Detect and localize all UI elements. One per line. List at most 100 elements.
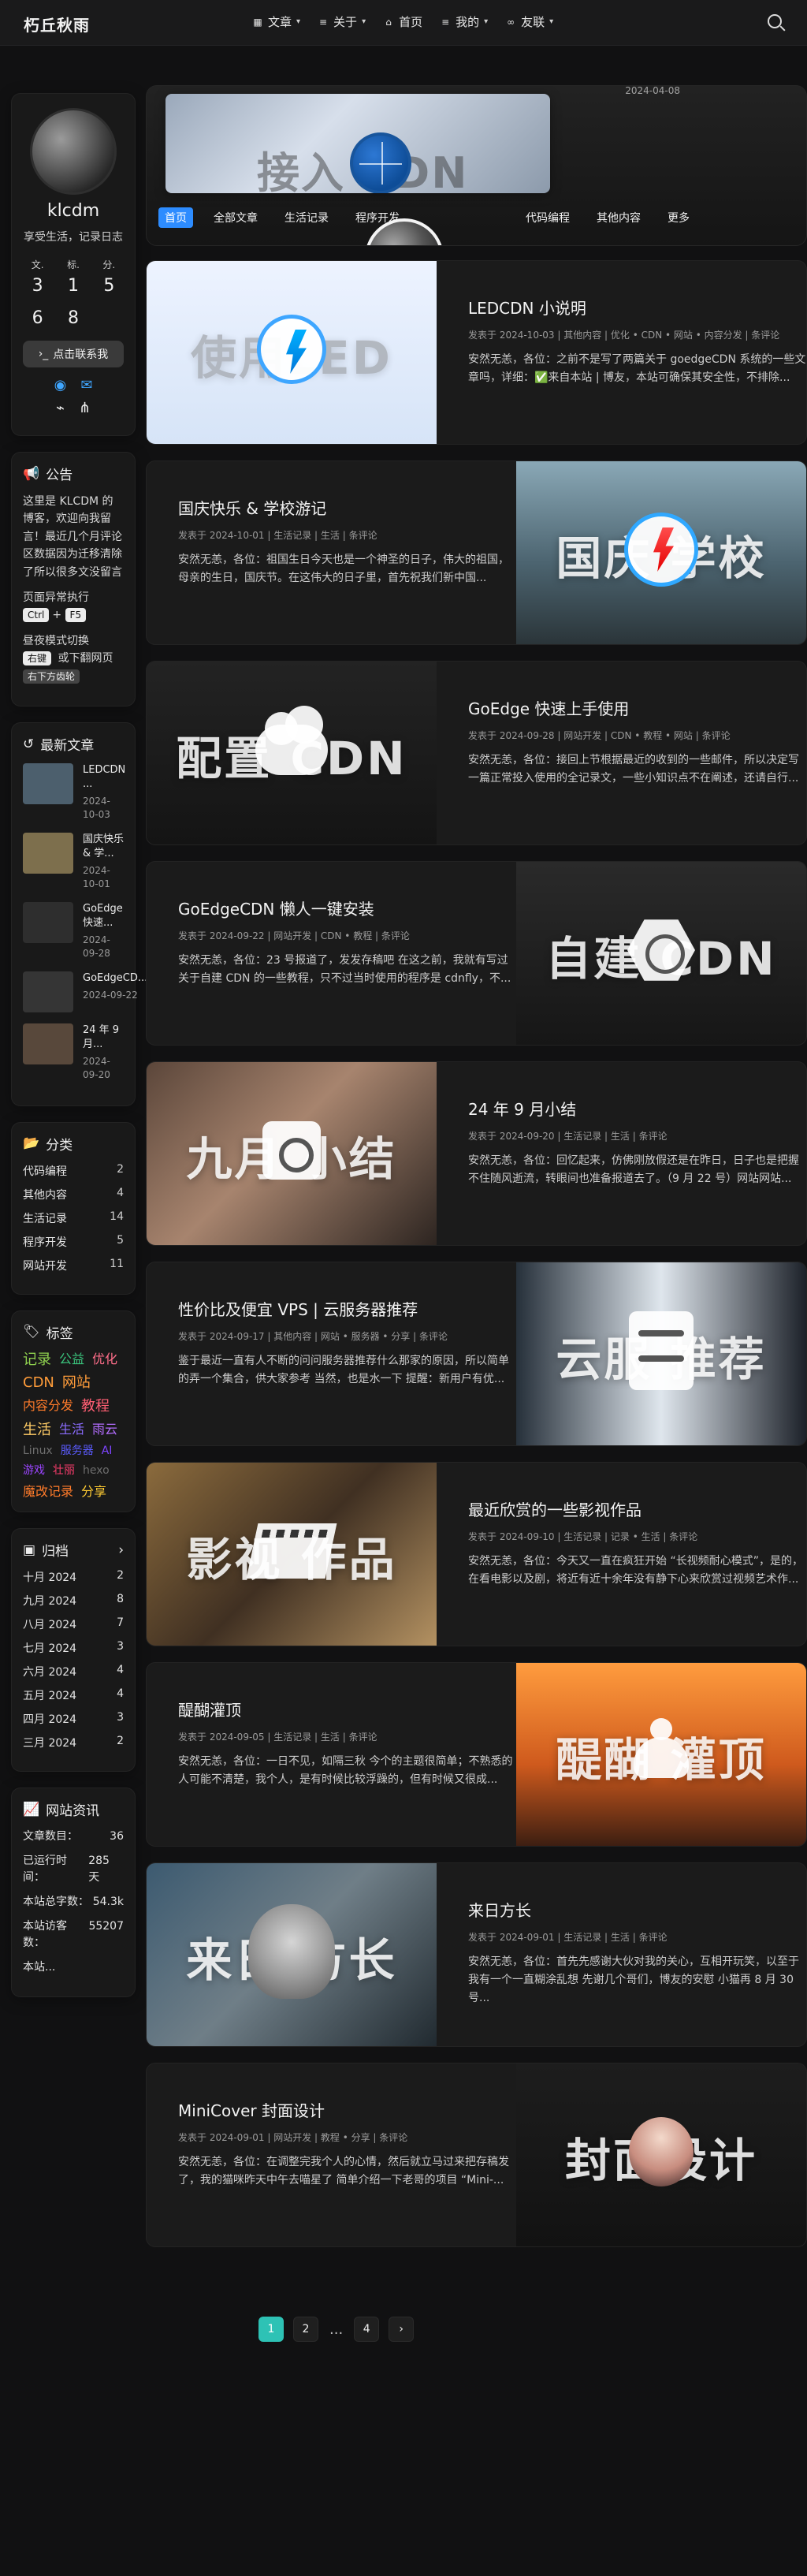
- post-card[interactable]: 来日 方长 来日方长 发表于 2024-09-01 | 生活记录 | 生活 | …: [146, 1862, 807, 2047]
- site-brand[interactable]: 朽丘秋雨: [24, 13, 90, 35]
- tab-life[interactable]: 生活记录: [278, 207, 335, 228]
- post-title[interactable]: LEDCDN 小说明: [468, 296, 806, 319]
- post-title[interactable]: GoEdgeCDN 懒人一键安装: [178, 897, 517, 919]
- post-title[interactable]: 国庆快乐 & 学校游记: [178, 496, 517, 519]
- tab-more[interactable]: 更多: [661, 207, 696, 228]
- post-card[interactable]: 配置 CDN GoEdge 快速上手使用 发表于 2024-09-28 | 网站…: [146, 661, 807, 845]
- tag-item[interactable]: 优化: [92, 1351, 117, 1369]
- post-title[interactable]: 醍醐灌顶: [178, 1698, 517, 1720]
- tag-item[interactable]: 雨云: [92, 1422, 117, 1439]
- post-card[interactable]: 国庆快乐 & 学校游记 发表于 2024-10-01 | 生活记录 | 生活 |…: [146, 460, 807, 645]
- mail-icon[interactable]: ✉: [80, 377, 92, 393]
- post-card[interactable]: 醍醐灌顶 发表于 2024-09-05 | 生活记录 | 生活 | 条评论 安然…: [146, 1662, 807, 1847]
- tag-item[interactable]: Linux: [23, 1445, 53, 1458]
- category-row[interactable]: 程序开发 5: [23, 1234, 124, 1250]
- archive-row[interactable]: 五月 2024 4: [23, 1687, 124, 1703]
- stat-articles[interactable]: 文. 3: [23, 258, 52, 296]
- post-card[interactable]: MiniCover 封面设计 发表于 2024-09-01 | 网站开发 | 教…: [146, 2063, 807, 2247]
- github-icon[interactable]: ◉: [54, 377, 67, 393]
- nav-item-mine[interactable]: ≡ 我的 ▾: [440, 13, 488, 30]
- post-card[interactable]: 影视 作品 最近欣赏的一些影视作品 发表于 2024-09-10 | 生活记录 …: [146, 1462, 807, 1646]
- tab-home[interactable]: 首页: [158, 207, 193, 228]
- tag-item[interactable]: 内容分发: [23, 1398, 73, 1415]
- recent-post-item[interactable]: GoEdge 快速... 2024-09-28: [23, 901, 124, 960]
- stat-categories[interactable]: 分. 5: [95, 258, 124, 296]
- tag-item[interactable]: 魔改记录: [23, 1484, 73, 1499]
- archive-row[interactable]: 六月 2024 4: [23, 1664, 124, 1679]
- archive-row[interactable]: 七月 2024 3: [23, 1640, 124, 1656]
- page-button-4[interactable]: 4: [354, 2317, 380, 2342]
- stat-tags[interactable]: 标. 1: [58, 258, 87, 296]
- post-cover[interactable]: 云服 推荐: [516, 1262, 806, 1445]
- home-icon: ⌂: [385, 16, 392, 28]
- post-title[interactable]: 来日方长: [468, 1898, 806, 1921]
- post-cover[interactable]: 封面设计: [516, 2063, 806, 2246]
- recent-post-item[interactable]: 国庆快乐 & 学... 2024-10-01: [23, 832, 124, 891]
- camera-icon: [262, 1121, 321, 1180]
- keychip-right-click: 右键: [23, 651, 52, 666]
- post-excerpt: 安然无恙，各位：今天又一直在疯狂开始 “长视频耐心模式”，是的，在看电影以及剧，…: [468, 1555, 803, 1586]
- tag-item[interactable]: 分享: [81, 1484, 106, 1499]
- tag-item[interactable]: 游戏: [23, 1464, 45, 1478]
- search-icon[interactable]: [768, 14, 782, 28]
- recent-post-item[interactable]: LEDCDN ... 2024-10-03: [23, 763, 125, 822]
- archive-row[interactable]: 九月 2024 8: [23, 1593, 124, 1609]
- recent-post-item[interactable]: 24 年 9 月... 2024-09-20: [23, 1023, 124, 1082]
- category-row[interactable]: 生活记录 14: [23, 1210, 124, 1226]
- tag-item[interactable]: 网站: [62, 1374, 91, 1392]
- hero-image[interactable]: 接入 CDN: [165, 94, 550, 193]
- tag-item[interactable]: 教程: [81, 1398, 110, 1415]
- tag-item[interactable]: 记录: [23, 1351, 51, 1369]
- avatar[interactable]: [30, 108, 117, 195]
- tag-item[interactable]: 服务器: [61, 1445, 94, 1458]
- page-button-2[interactable]: 2: [293, 2317, 318, 2342]
- archive-row[interactable]: 十月 2024 2: [23, 1569, 124, 1585]
- tag-item[interactable]: CDN: [23, 1374, 54, 1392]
- nav-item-friends[interactable]: ∞ 友联 ▾: [505, 13, 553, 30]
- tab-other[interactable]: 其他内容: [590, 207, 647, 228]
- post-cover[interactable]: 影视 作品: [147, 1463, 437, 1646]
- chevron-right-icon[interactable]: ›: [118, 1542, 124, 1558]
- tag-item[interactable]: 生活: [23, 1422, 51, 1439]
- tag-item[interactable]: 生活: [59, 1422, 84, 1439]
- post-cover[interactable]: 国庆 学校: [516, 461, 806, 644]
- chevron-right-icon[interactable]: ›: [389, 2317, 415, 2342]
- contact-button[interactable]: ›_ 点击联系我: [23, 341, 124, 368]
- tag-item[interactable]: 公益: [59, 1351, 84, 1369]
- post-cover[interactable]: 使用LED: [147, 261, 437, 444]
- tab-coding[interactable]: 代码编程: [519, 207, 576, 228]
- post-cover[interactable]: 醍醐 灌顶: [516, 1663, 806, 1846]
- post-title[interactable]: 最近欣赏的一些影视作品: [468, 1497, 806, 1520]
- page-button-1[interactable]: 1: [258, 2317, 284, 2342]
- tag-item[interactable]: 壮丽: [53, 1464, 75, 1478]
- archive-row[interactable]: 八月 2024 7: [23, 1616, 124, 1632]
- post-cover[interactable]: 配置 CDN: [147, 662, 437, 844]
- post-cover[interactable]: 九月 小结: [147, 1062, 437, 1245]
- tab-all-posts[interactable]: 全部文章: [207, 207, 264, 228]
- post-cover[interactable]: 来日 方长: [147, 1863, 437, 2046]
- post-cover[interactable]: 自建 CDN: [516, 862, 806, 1045]
- post-title[interactable]: 性价比及便宜 VPS | 云服务器推荐: [178, 1297, 517, 1320]
- recent-title-text: 最新文章: [40, 738, 95, 754]
- nav-item-home[interactable]: ⌂ 首页: [383, 13, 422, 30]
- nav-item-about[interactable]: ≡ 关于 ▾: [318, 13, 366, 30]
- category-row[interactable]: 代码编程 2: [23, 1163, 124, 1179]
- post-card[interactable]: GoEdgeCDN 懒人一键安装 发表于 2024-09-22 | 网站开发 |…: [146, 861, 807, 1046]
- post-card[interactable]: 性价比及便宜 VPS | 云服务器推荐 发表于 2024-09-17 | 其他内…: [146, 1262, 807, 1446]
- post-card[interactable]: 使用LED LEDCDN 小说明 发表于 2024-10-03 | 其他内容 |…: [146, 260, 807, 445]
- recent-title: ↺ 最新文章: [23, 734, 124, 755]
- category-row[interactable]: 其他内容 4: [23, 1187, 124, 1202]
- recent-post-item[interactable]: GoEdgeCD... 2024-09-22: [23, 971, 147, 1012]
- nav-item-articles[interactable]: ▦ 文章 ▾: [252, 13, 300, 30]
- post-title[interactable]: GoEdge 快速上手使用: [468, 696, 806, 719]
- post-card[interactable]: 九月 小结 24 年 9 月小结 发表于 2024-09-20 | 生活记录 |…: [146, 1061, 807, 1246]
- rss-icon[interactable]: ⌁: [56, 400, 65, 416]
- archive-row[interactable]: 三月 2024 2: [23, 1735, 124, 1750]
- post-title[interactable]: 24 年 9 月小结: [468, 1097, 806, 1120]
- archive-row[interactable]: 四月 2024 3: [23, 1711, 124, 1727]
- tag-item[interactable]: hexo: [83, 1464, 110, 1478]
- post-title[interactable]: MiniCover 封面设计: [178, 2098, 517, 2121]
- tag-item[interactable]: AI: [102, 1445, 113, 1458]
- sitemap-icon[interactable]: ⋔: [79, 400, 91, 416]
- category-row[interactable]: 网站开发 11: [23, 1258, 124, 1273]
